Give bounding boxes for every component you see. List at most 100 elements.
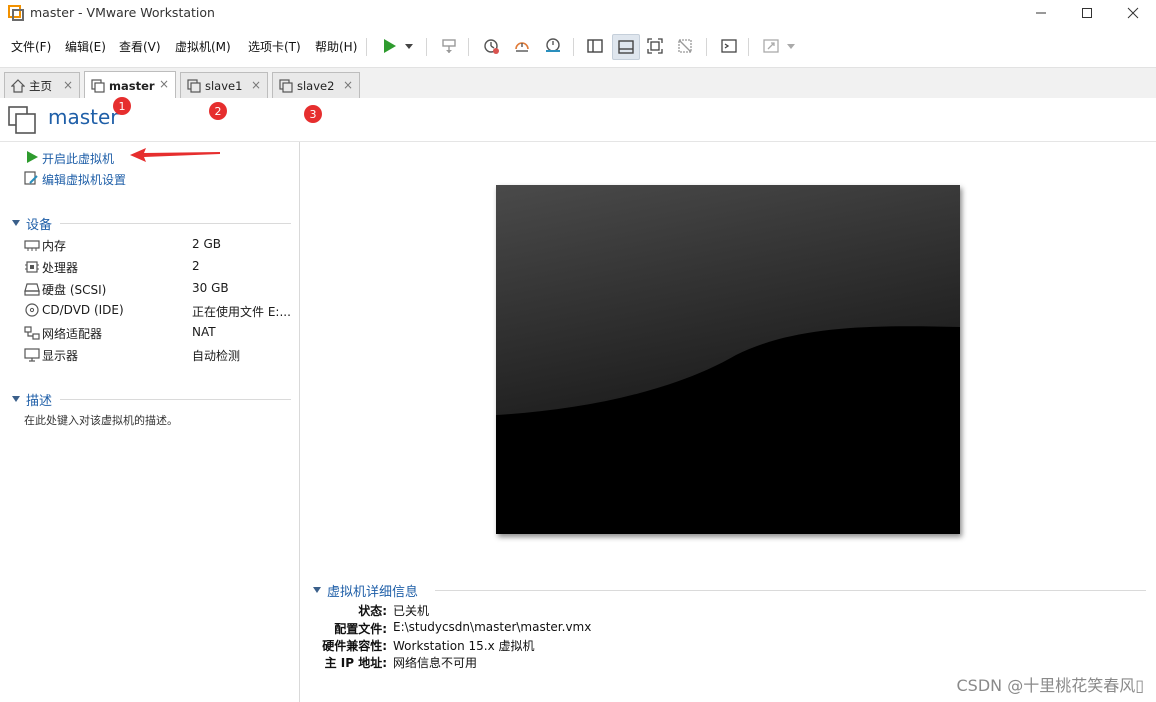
detail-key-config-file: 配置文件: [334,622,387,636]
device-label: CD/DVD (IDE) [42,303,124,317]
monitor-icon [24,348,40,362]
disk-icon [24,283,40,296]
toolbar-separator [366,38,367,56]
close-window-button[interactable] [1110,0,1156,26]
stretch-dropdown-button[interactable] [782,34,800,58]
power-dropdown-button[interactable] [400,34,418,58]
menu-vm[interactable]: 虚拟机(M) [175,38,231,55]
full-screen-button[interactable] [642,34,668,58]
snapshot-manager-button[interactable] [540,34,566,58]
device-label: 显示器 [42,349,79,363]
detail-key-ip-address: 主 IP 地址: [324,656,387,670]
section-divider [60,223,291,224]
device-row-cd-dvd[interactable]: CD/DVD (IDE) 正在使用文件 E:... [0,302,300,322]
vmware-app-icon [8,5,24,21]
collapse-description-icon[interactable] [11,394,21,404]
console-view-button[interactable] [716,34,742,58]
show-library-button[interactable] [582,34,608,58]
device-row-display[interactable]: 显示器 自动检测 [0,346,300,366]
tab-master-label: master [109,78,155,93]
toolbar-separator [573,38,574,56]
toolbar-separator [468,38,469,56]
tab-slave1[interactable]: slave1 × [180,72,268,98]
power-on-button[interactable] [376,34,402,58]
annotation-badge-2: 2 [209,102,227,120]
tab-home[interactable]: 主页 × [4,72,80,98]
play-icon [384,39,396,53]
revert-snapshot-icon [515,42,529,52]
take-snapshot-button[interactable] [478,34,504,58]
home-icon [11,78,25,93]
detail-value-ip-address: 网络信息不可用 [393,656,478,670]
vm-header: master [0,98,1156,142]
vm-screen-thumbnail[interactable] [496,185,960,534]
dropdown-icon [405,44,413,49]
console-icon [721,39,737,53]
page-title: master [48,105,119,129]
send-ctrl-alt-del-button[interactable] [436,34,462,58]
tab-close-button[interactable]: × [343,78,353,92]
detail-key-status: 状态: [358,604,387,618]
menu-tabs[interactable]: 选项卡(T) [248,38,301,55]
menu-edit[interactable]: 编辑(E) [65,38,106,55]
edit-vm-settings-link[interactable]: 编辑虚拟机设置 [42,171,126,188]
device-value: 正在使用文件 E:... [192,305,291,319]
minimize-button[interactable] [1018,0,1064,26]
vm-summary-pane: 开启此虚拟机 编辑虚拟机设置 设备 内存 2 GB 处理器 2 硬盘 (SCSI… [0,142,300,702]
snapshot-icon [484,39,499,54]
play-icon [27,151,38,163]
tab-close-button[interactable]: × [251,78,261,92]
tab-slave2[interactable]: slave2 × [272,72,360,98]
devices-section-title: 设备 [26,218,53,233]
network-icon [24,326,40,340]
annotation-badge-3: 3 [304,105,322,123]
detail-value-status: 已关机 [393,604,430,618]
collapse-devices-icon[interactable] [11,218,21,228]
section-divider [60,399,291,400]
tab-master[interactable]: master × [84,71,176,99]
details-section-title: 虚拟机详细信息 [327,585,419,600]
toolbar-separator [426,38,427,56]
maximize-icon [1082,8,1092,18]
toolbar-separator [748,38,749,56]
vm-icon [187,78,201,93]
device-value: 2 GB [192,237,221,251]
thumbnail-bar-button[interactable] [612,34,640,60]
tab-slave2-label: slave2 [297,78,335,93]
minimize-icon [1036,12,1046,14]
device-row-processor[interactable]: 处理器 2 [0,258,300,278]
detail-value-hardware-compat: Workstation 15.x 虚拟机 [393,639,535,653]
thumbnail-bar-icon [618,40,634,54]
description-section-title: 描述 [26,394,53,409]
stretch-icon [763,39,779,53]
toolbar-separator [706,38,707,56]
tab-close-button[interactable]: × [63,78,73,92]
device-row-memory[interactable]: 内存 2 GB [0,236,300,256]
revert-snapshot-button[interactable] [509,34,535,58]
vm-icon [91,78,105,93]
menu-file[interactable]: 文件(F) [11,38,51,55]
detail-key-hardware-compat: 硬件兼容性: [322,639,387,653]
section-divider [435,590,1146,591]
stretch-guest-button[interactable] [758,34,784,58]
device-row-network[interactable]: 网络适配器 NAT [0,324,300,344]
power-on-vm-link[interactable]: 开启此虚拟机 [42,150,114,167]
maximize-button[interactable] [1064,0,1110,26]
dropdown-icon [787,44,795,49]
snapshot-manager-icon [546,38,560,52]
unity-button[interactable] [672,34,698,58]
menu-help[interactable]: 帮助(H) [315,38,357,55]
menu-toolbar: 文件(F) 编辑(E) 查看(V) 虚拟机(M) 选项卡(T) 帮助(H) [0,30,1156,62]
device-value: NAT [192,325,216,339]
vm-icon [279,78,293,93]
device-row-hard-disk[interactable]: 硬盘 (SCSI) 30 GB [0,280,300,300]
collapse-details-icon[interactable] [312,585,322,595]
tab-close-button[interactable]: × [159,77,169,91]
device-label: 内存 [42,239,67,253]
description-text[interactable]: 在此处键入对该虚拟机的描述。 [24,412,178,428]
menu-view[interactable]: 查看(V) [119,38,161,55]
device-label: 网络适配器 [42,327,103,341]
close-icon [1127,7,1139,19]
detail-value-config-file: E:\studycsdn\master\master.vmx [393,620,592,634]
memory-icon [24,240,40,251]
